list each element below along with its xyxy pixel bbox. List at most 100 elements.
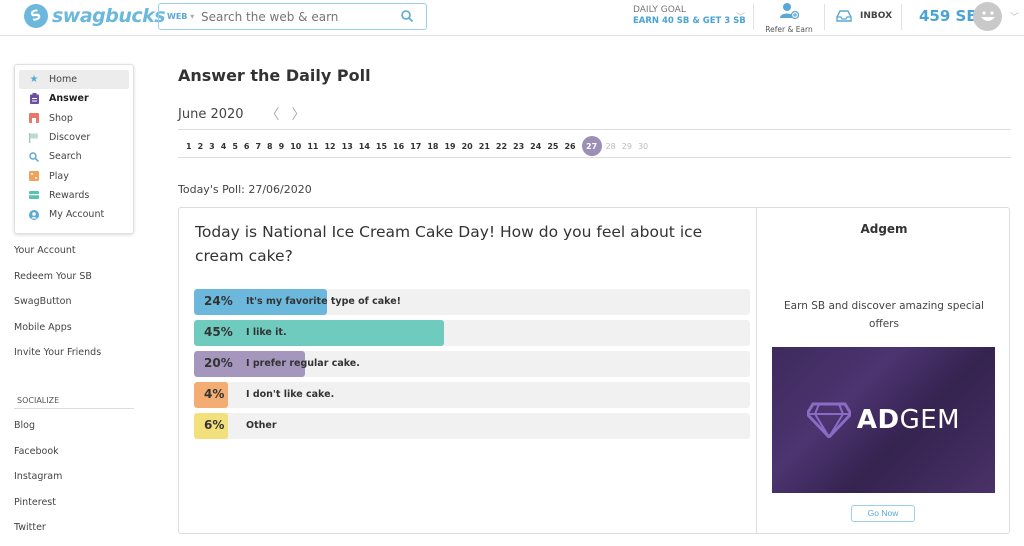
chevron-down-icon[interactable]: ﹀ — [736, 10, 745, 23]
day-item: 30 — [637, 141, 649, 151]
social-link-blog[interactable]: Blog — [14, 418, 62, 444]
day-item[interactable]: 10 — [290, 142, 301, 151]
day-item[interactable]: 17 — [410, 142, 421, 151]
social-link-twitter[interactable]: Twitter — [14, 520, 62, 546]
nav-item-play[interactable]: Play — [19, 166, 129, 185]
poll-question: Today is National Ice Cream Cake Day! Ho… — [195, 223, 703, 265]
day-item[interactable]: 15 — [376, 142, 387, 151]
poll-answer[interactable]: 4% I don't like cake. — [194, 382, 750, 408]
day-item[interactable]: 3 — [209, 142, 215, 151]
day-item[interactable]: 5 — [232, 142, 238, 151]
ad-description: Earn SB and discover amazing special off… — [784, 300, 984, 330]
social-links: Blog Facebook Instagram Pinterest Twitte… — [14, 418, 62, 546]
nav-item-shop[interactable]: Shop — [19, 109, 129, 128]
poll-answer[interactable]: 6% Other — [194, 413, 750, 439]
ad-panel: Adgem Earn SB and discover amazing speci… — [758, 208, 1010, 533]
social-link-pinterest[interactable]: Pinterest — [14, 495, 62, 521]
card-icon — [29, 190, 39, 200]
day-item[interactable]: 1 — [186, 142, 192, 151]
ad-banner-image[interactable]: ADGEM — [772, 347, 995, 493]
month-selector: June 2020 〈 〉 — [178, 104, 306, 124]
divider — [178, 129, 1011, 130]
day-item[interactable]: 4 — [221, 142, 227, 151]
dice-icon — [29, 171, 39, 182]
divider — [901, 4, 902, 30]
nav-item-rewards[interactable]: Rewards — [19, 186, 129, 205]
poll-date: Today's Poll: 27/06/2020 — [178, 183, 312, 196]
sidebar-link-invite[interactable]: Invite Your Friends — [14, 345, 101, 371]
search-icon[interactable] — [400, 9, 414, 23]
flag-icon — [29, 132, 39, 143]
smiley-icon — [980, 10, 995, 21]
nav-item-home[interactable]: ★ Home — [19, 70, 129, 90]
clipboard-icon — [29, 93, 39, 105]
divider — [178, 157, 1011, 158]
nav-item-answer[interactable]: Answer — [19, 89, 129, 108]
next-month-icon[interactable]: 〉 — [292, 104, 306, 124]
nav-item-label: Answer — [49, 93, 89, 105]
divider — [824, 4, 825, 30]
day-item[interactable]: 12 — [324, 142, 335, 151]
day-item[interactable]: 7 — [255, 142, 261, 151]
star-icon: ★ — [29, 74, 39, 86]
search-input[interactable] — [201, 9, 391, 24]
day-item[interactable]: 24 — [530, 142, 541, 151]
ad-brand-text: ADGEM — [856, 405, 961, 435]
sidebar-link-mobile-apps[interactable]: Mobile Apps — [14, 320, 101, 346]
nav-item-label: Play — [49, 170, 69, 182]
inbox-button[interactable]: INBOX — [836, 10, 892, 22]
month-label: June 2020 — [178, 106, 244, 122]
nav-item-label: Rewards — [49, 189, 90, 201]
day-item[interactable]: 13 — [342, 142, 353, 151]
day-item[interactable]: 11 — [307, 142, 318, 151]
day-item[interactable]: 6 — [244, 142, 250, 151]
poll-answer[interactable]: 24% It's my favorite type of cake! — [194, 289, 750, 315]
answer-text: I like it. — [246, 327, 287, 338]
daily-goal[interactable]: DAILY GOAL EARN 40 SB & GET 3 SB — [633, 5, 746, 26]
day-item[interactable]: 25 — [547, 142, 558, 151]
daily-goal-label: DAILY GOAL — [633, 5, 686, 15]
day-item[interactable]: 14 — [359, 142, 370, 151]
avatar[interactable] — [973, 2, 1002, 31]
nav-item-label: Home — [49, 74, 78, 86]
answer-percent: 6% — [204, 418, 225, 432]
go-now-button[interactable]: Go Now — [851, 505, 915, 522]
day-item[interactable]: 2 — [198, 142, 204, 151]
day-selected[interactable]: 27 — [581, 136, 602, 156]
nav-item-search[interactable]: Search — [19, 147, 129, 166]
day-item[interactable]: 16 — [393, 142, 404, 151]
poll-answer[interactable]: 20% I prefer regular cake. — [194, 351, 750, 377]
day-item[interactable]: 21 — [479, 142, 490, 151]
day-item[interactable]: 19 — [444, 142, 455, 151]
nav-item-discover[interactable]: Discover — [19, 128, 129, 147]
search-scope-dropdown[interactable]: WEB ▾ — [159, 12, 201, 21]
answer-text: Other — [246, 420, 277, 431]
day-item[interactable]: 26 — [564, 142, 575, 151]
day-item[interactable]: 20 — [462, 142, 473, 151]
nav-item-label: Shop — [49, 112, 73, 124]
gem-icon — [806, 402, 851, 438]
sidebar-link-redeem[interactable]: Redeem Your SB — [14, 269, 101, 295]
answer-percent: 45% — [204, 325, 233, 339]
day-item[interactable]: 9 — [279, 142, 285, 151]
refer-earn-label: Refer & Earn — [765, 25, 813, 34]
chevron-down-icon[interactable]: ﹀ — [1010, 10, 1019, 23]
poll-answer[interactable]: 45% I like it. — [194, 320, 750, 346]
nav-item-my-account[interactable]: My Account — [19, 205, 129, 224]
day-item[interactable]: 8 — [267, 142, 273, 151]
refer-earn-button[interactable]: Refer & Earn — [765, 2, 813, 34]
sidebar-link-your-account[interactable]: Your Account — [14, 243, 101, 269]
day-item[interactable]: 18 — [427, 142, 438, 151]
answer-percent: 24% — [204, 294, 233, 308]
day-item[interactable]: 22 — [496, 142, 507, 151]
sb-balance[interactable]: 459 SB — [919, 7, 978, 25]
social-link-instagram[interactable]: Instagram — [14, 469, 62, 495]
sidebar-link-swagbutton[interactable]: SwagButton — [14, 294, 101, 320]
day-item: 29 — [621, 141, 632, 151]
swagbucks-logo[interactable]: S swagbucks — [20, 0, 166, 32]
social-link-facebook[interactable]: Facebook — [14, 444, 62, 470]
day-item[interactable]: 23 — [513, 142, 524, 151]
answer-text: It's my favorite type of cake! — [246, 296, 401, 307]
inbox-icon — [836, 10, 852, 22]
prev-month-icon[interactable]: 〈 — [266, 104, 280, 124]
